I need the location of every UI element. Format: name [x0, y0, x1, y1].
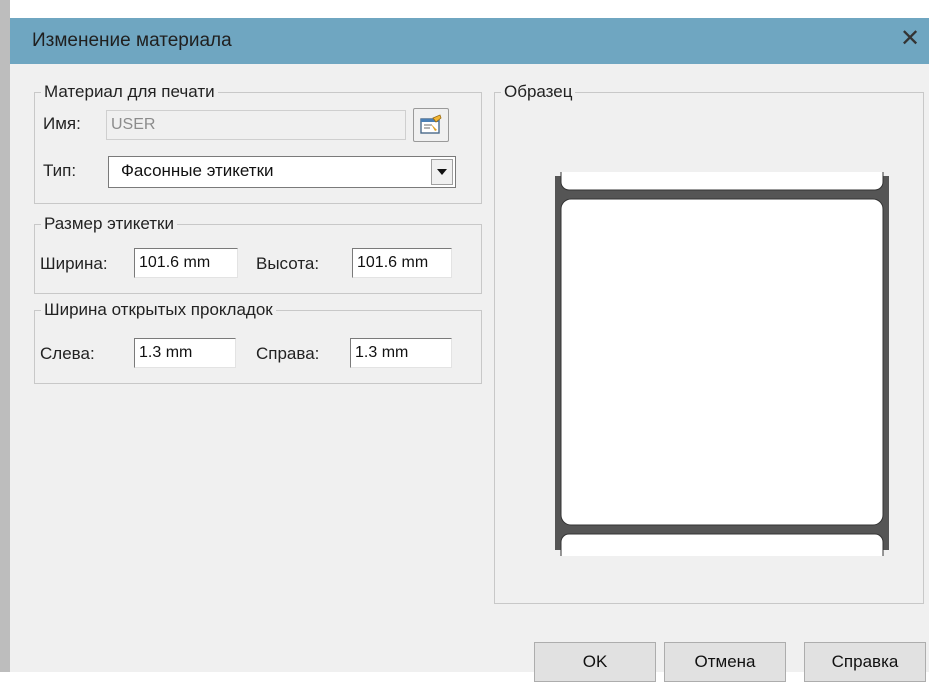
- current-label: [560, 198, 884, 526]
- cancel-button[interactable]: Отмена: [664, 642, 786, 682]
- close-icon[interactable]: ✕: [895, 24, 925, 54]
- name-label: Имя:: [43, 114, 81, 133]
- dialog-body: Материал для печати Имя: USER Тип: Фасон…: [10, 64, 929, 682]
- ok-button[interactable]: OK: [534, 642, 656, 682]
- help-button[interactable]: Справка: [804, 642, 926, 682]
- width-label: Ширина:: [40, 254, 108, 273]
- next-label: [560, 533, 884, 556]
- left-liner-field[interactable]: 1.3 mm: [134, 338, 236, 368]
- window-title: Изменение материала: [32, 30, 232, 51]
- right-liner-label: Справа:: [256, 344, 320, 363]
- chevron-down-icon[interactable]: [431, 159, 453, 185]
- previous-label: [560, 172, 884, 191]
- label-preview: [555, 172, 889, 556]
- liner-group-legend: Ширина открытых прокладок: [44, 300, 273, 319]
- right-liner-field[interactable]: 1.3 mm: [350, 338, 452, 368]
- label-size-group-legend: Размер этикетки: [44, 214, 174, 233]
- properties-button[interactable]: [413, 108, 449, 142]
- height-label: Высота:: [256, 254, 320, 273]
- sample-group-legend: Образец: [504, 82, 573, 101]
- left-liner-label: Слева:: [40, 344, 95, 363]
- width-field[interactable]: 101.6 mm: [134, 248, 238, 278]
- name-field[interactable]: USER: [106, 110, 406, 140]
- material-group-legend: Материал для печати: [44, 82, 215, 101]
- title-bar[interactable]: Изменение материала ✕: [10, 18, 929, 64]
- window-left-edge: [0, 0, 10, 672]
- height-field[interactable]: 101.6 mm: [352, 248, 452, 278]
- properties-icon: [420, 114, 442, 134]
- type-select-value: Фасонные этикетки: [121, 161, 274, 180]
- type-select[interactable]: Фасонные этикетки: [108, 156, 456, 188]
- type-label: Тип:: [43, 161, 77, 180]
